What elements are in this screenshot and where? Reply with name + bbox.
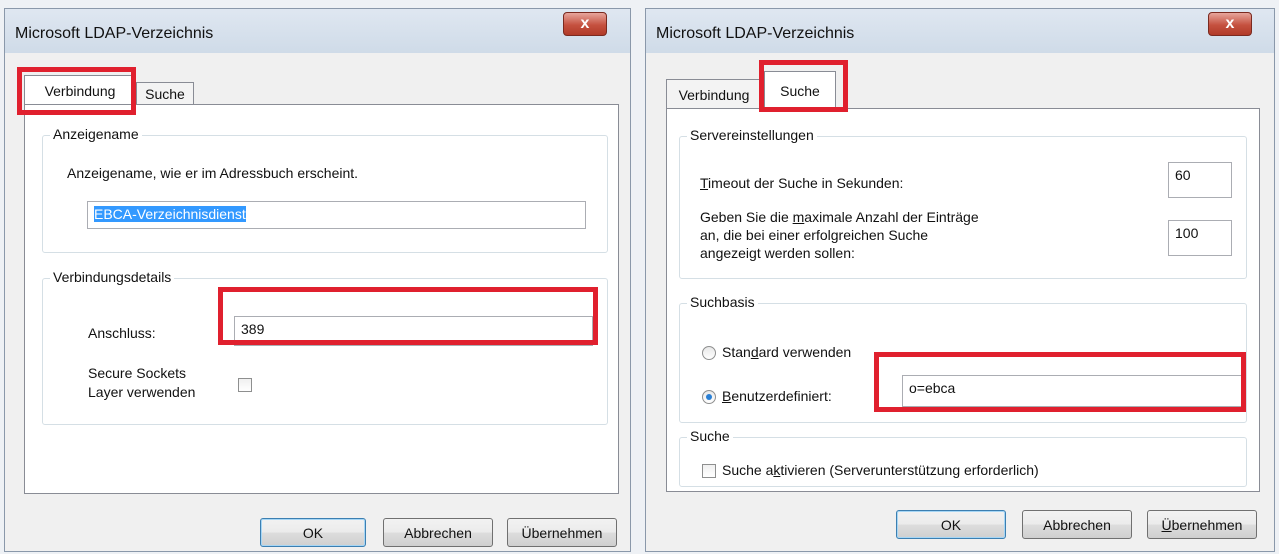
group-legend: Suche [687,428,733,444]
apply-button[interactable]: Übernehmen [507,518,617,547]
display-name-description: Anzeigename, wie er im Adressbuch ersche… [67,165,359,181]
group-legend: Servereinstellungen [687,127,817,143]
title-bar[interactable]: Microsoft LDAP-Verzeichnis x [5,9,630,53]
title-bar[interactable]: Microsoft LDAP-Verzeichnis x [646,9,1274,53]
tab-suche[interactable]: Suche [136,82,194,105]
max-entries-label: Geben Sie die maximale Anzahl der Einträ… [700,209,979,261]
max-entries-input[interactable]: 100 [1168,220,1232,256]
server-settings-group: Servereinstellungen Timeout der Suche in… [679,127,1247,279]
ssl-checkbox[interactable] [238,378,252,392]
window-title: Microsoft LDAP-Verzeichnis [15,25,214,42]
port-label: Anschluss: [88,325,156,341]
highlight-custom-base-field [874,352,1246,412]
close-button[interactable]: x [563,12,607,36]
custom-radio[interactable] [702,390,716,404]
ldap-dialog-search: Microsoft LDAP-Verzeichnis x Verbindung … [645,8,1275,552]
group-legend: Verbindungsdetails [50,269,175,285]
cancel-button[interactable]: Abbrechen [1022,510,1132,539]
timeout-label: Timeout der Suche in Sekunden: [700,175,904,191]
close-icon: x [1225,15,1235,32]
group-legend: Anzeigename [50,126,142,142]
highlight-suche-tab [759,60,848,112]
custom-label: Benutzerdefiniert: [722,388,832,404]
ok-button[interactable]: OK [260,518,366,547]
search-enable-label: Suche aktivieren (Serverunterstützung er… [722,462,1039,478]
highlight-port-field [218,287,598,345]
window-title: Microsoft LDAP-Verzeichnis [656,25,855,42]
ssl-label: Secure Sockets Layer verwenden [88,365,196,400]
display-name-input[interactable]: EBCA-Verzeichnisdienst [87,201,586,229]
group-legend: Suchbasis [687,294,758,310]
close-icon: x [580,15,590,32]
standard-radio[interactable] [702,346,716,360]
standard-label: Standard verwenden [722,344,852,360]
cancel-button[interactable]: Abbrechen [383,518,493,547]
display-name-group: Anzeigename Anzeigename, wie er im Adres… [42,126,608,253]
ok-button[interactable]: OK [896,510,1006,539]
tab-verbindung[interactable]: Verbindung [666,79,762,109]
close-button[interactable]: x [1208,12,1252,36]
search-enable-checkbox[interactable] [702,464,716,478]
highlight-verbindung-tab [17,67,136,115]
search-group: Suche Suche aktivieren (Serverunterstütz… [679,428,1247,487]
timeout-input[interactable]: 60 [1168,162,1232,198]
tab-panel: Servereinstellungen Timeout der Suche in… [666,108,1260,492]
apply-button[interactable]: Übernehmen [1147,510,1257,539]
